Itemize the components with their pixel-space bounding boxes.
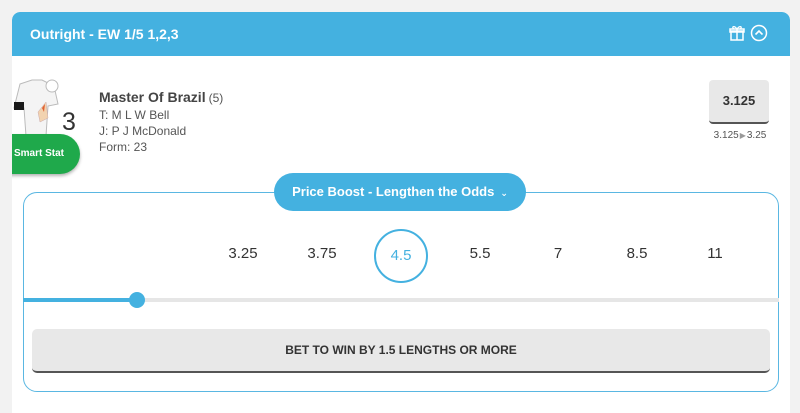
play-arrow-icon: ▶ <box>739 131 746 140</box>
runner-draw: (5) <box>208 91 224 105</box>
odds-option[interactable]: 8.5 <box>612 245 662 262</box>
gift-icon[interactable] <box>728 24 746 42</box>
runner-trainer: T: M L W Bell <box>99 108 170 122</box>
cloth-number: 3 <box>62 108 76 136</box>
chevron-up-circle-icon[interactable] <box>750 24 768 42</box>
boost-slider-handle[interactable] <box>129 292 145 308</box>
bet-to-win-button[interactable]: BET TO WIN BY 1.5 LENGTHS OR MORE <box>32 329 770 373</box>
market-title: Outright - EW 1/5 1,2,3 <box>30 26 179 42</box>
price-previous: 3.125 <box>713 130 739 141</box>
chevron-down-icon: ⌄ <box>500 188 508 198</box>
odds-option-selected[interactable]: 4.5 <box>374 229 428 283</box>
odds-option[interactable]: 7 <box>533 245 583 262</box>
price-movement: 3.125▶3.25 <box>710 130 770 141</box>
odds-option[interactable]: 5.5 <box>455 245 505 262</box>
runner-name[interactable]: Master Of Brazil (5) <box>99 89 223 105</box>
odds-option[interactable]: 3.25 <box>218 245 268 262</box>
runner-name-text: Master Of Brazil <box>99 89 206 105</box>
price-button[interactable]: 3.125 <box>709 80 769 124</box>
runner-jockey: J: P J McDonald <box>99 124 187 138</box>
price-new: 3.25 <box>746 130 767 141</box>
smart-stat-button[interactable]: Smart Stat <box>12 134 80 174</box>
odds-option[interactable]: 11 <box>690 245 740 262</box>
price-boost-toggle[interactable]: Price Boost - Lengthen the Odds ⌄ <box>274 173 526 211</box>
runner-form: Form: 23 <box>99 140 148 154</box>
odds-option[interactable]: 3.75 <box>297 245 347 262</box>
market-header[interactable]: Outright - EW 1/5 1,2,3 <box>12 12 790 56</box>
market-card: Outright - EW 1/5 1,2,3 3 Master Of Braz… <box>12 12 790 413</box>
silk-icon <box>12 78 60 138</box>
price-boost-label: Price Boost - Lengthen the Odds <box>292 184 495 199</box>
boost-slider-fill <box>23 298 137 302</box>
